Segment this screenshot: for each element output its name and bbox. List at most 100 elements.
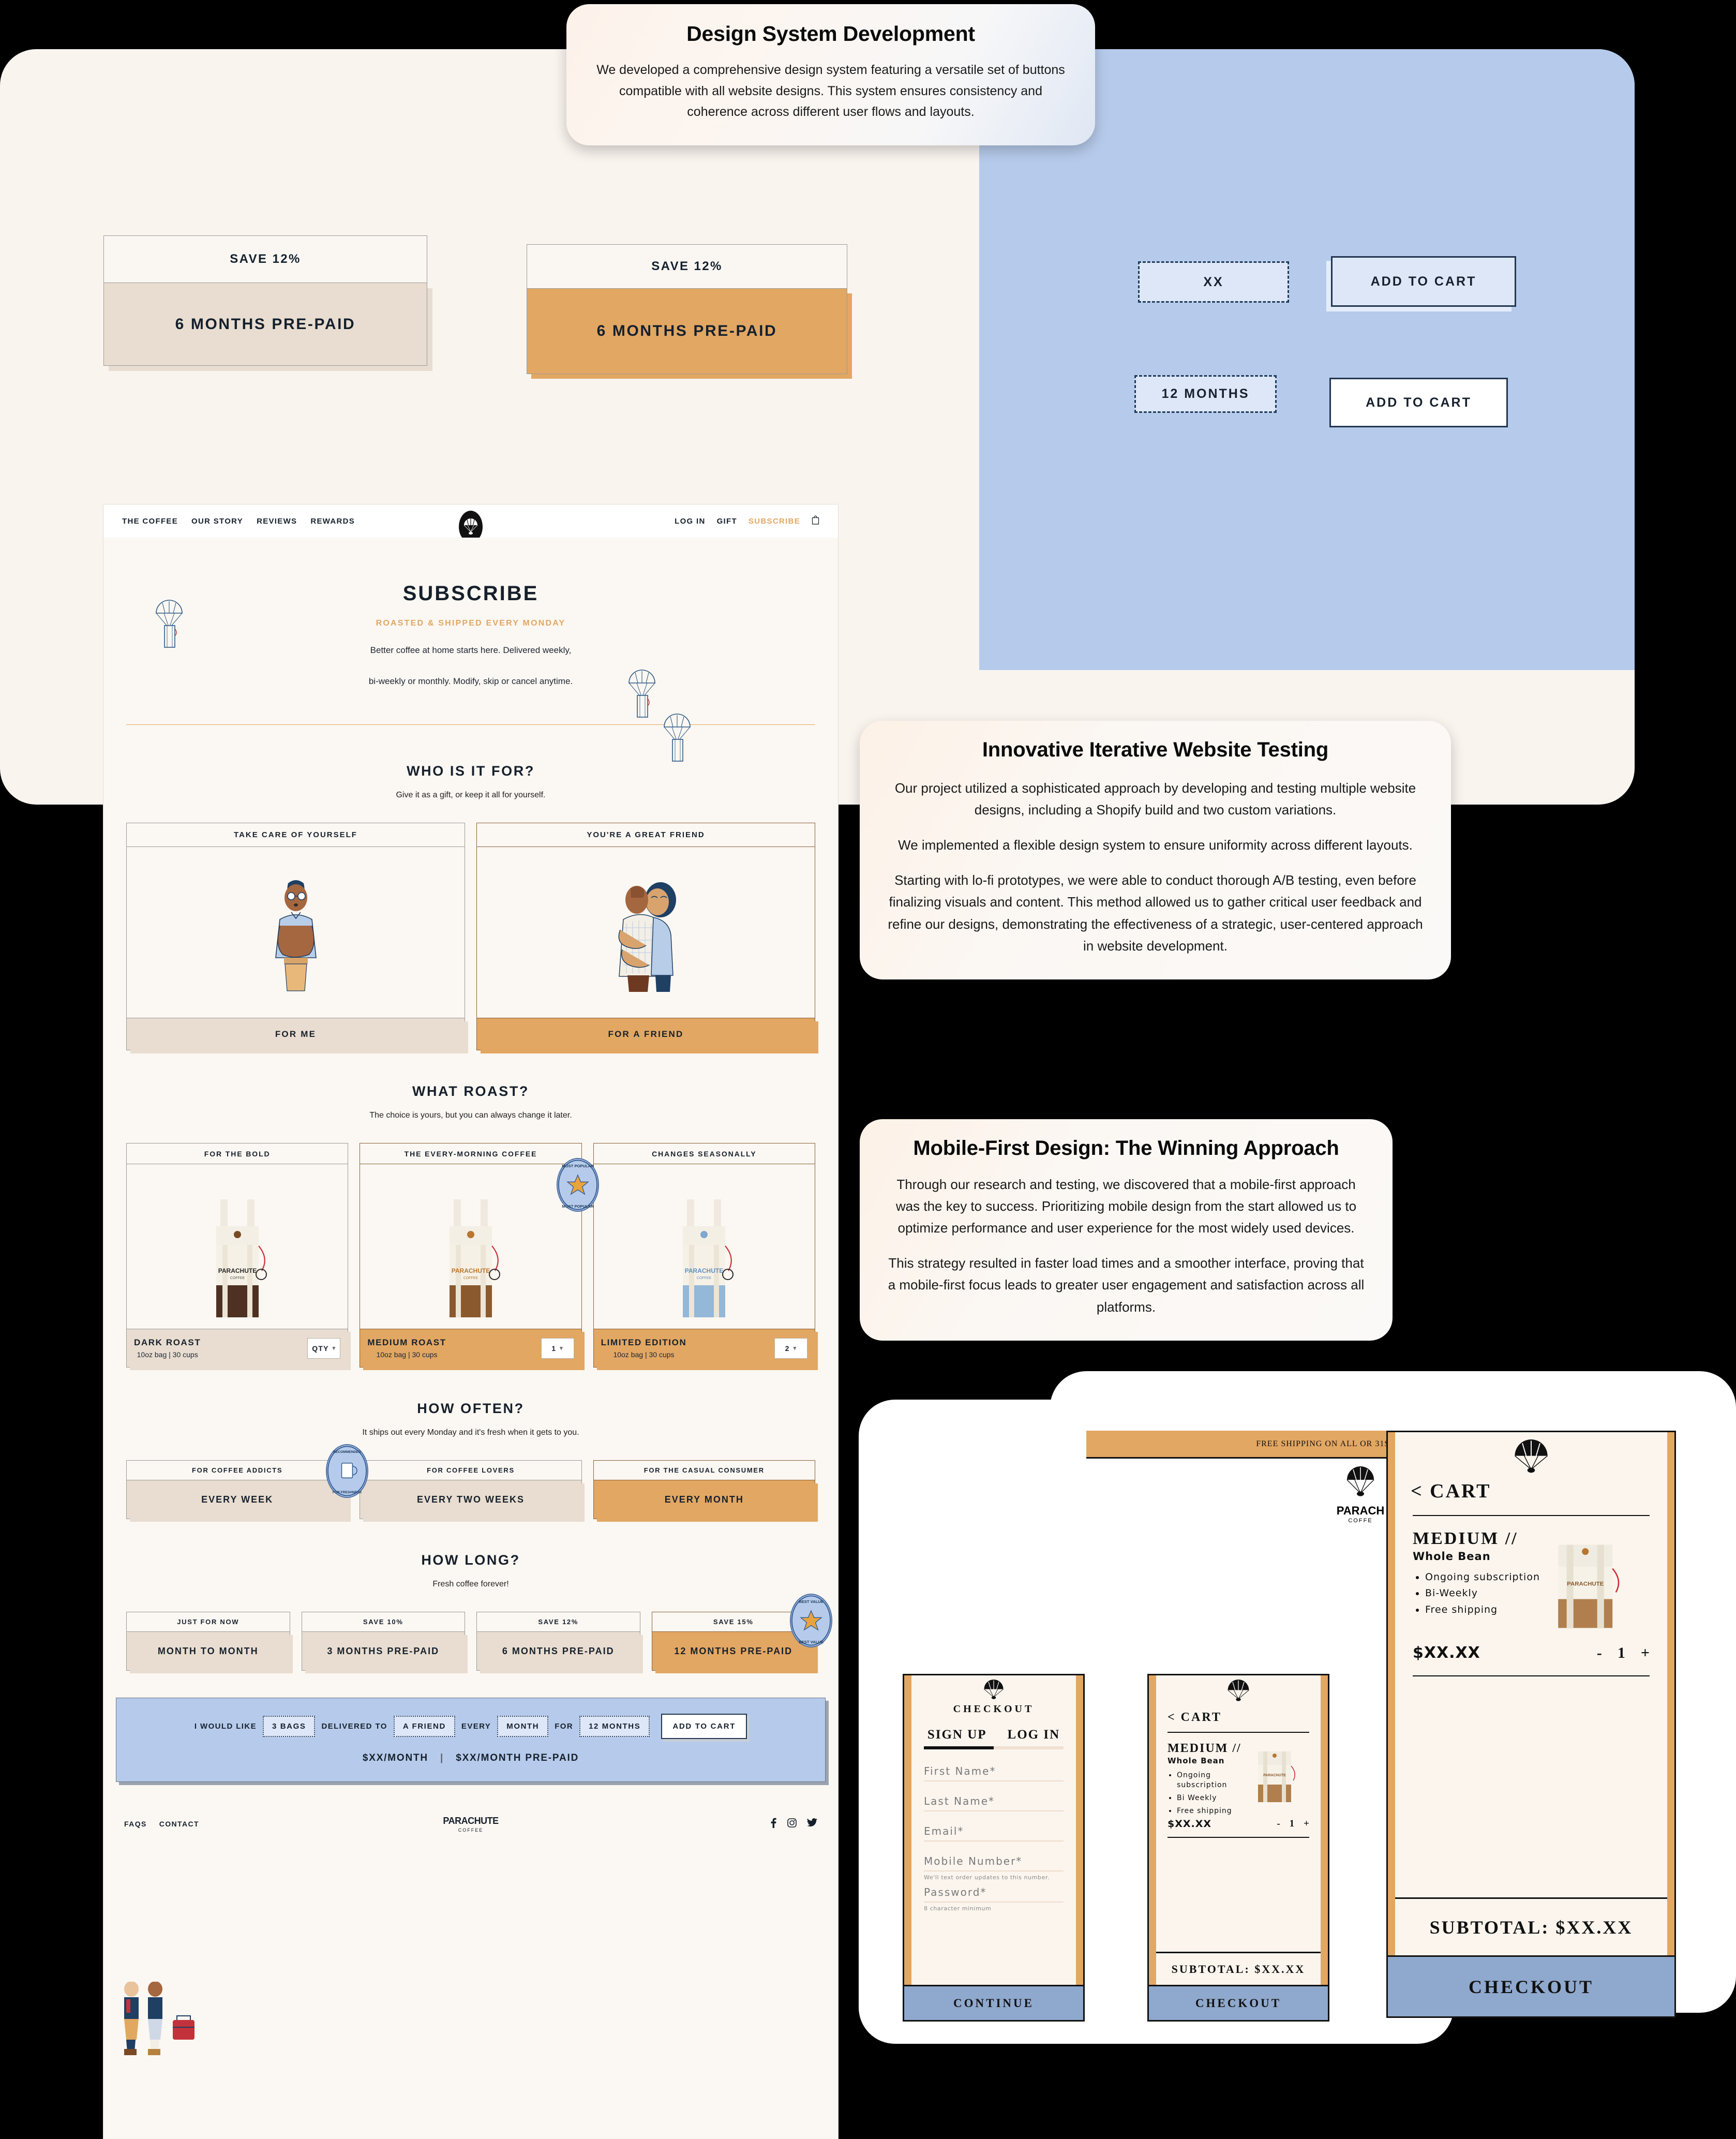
- sample-12-months-chip[interactable]: 12 MONTHS: [1134, 375, 1277, 413]
- footer-logo: PARACHUTE COFFEE: [443, 1816, 499, 1833]
- sample-button-selected[interactable]: SAVE 12% 6 MONTHS PRE-PAID: [527, 244, 847, 374]
- back-to-cart-link[interactable]: < CART: [1168, 1711, 1321, 1725]
- coffee-bag-dark-image: PARACHUTE COFFEE: [127, 1164, 348, 1329]
- instagram-icon[interactable]: [787, 1818, 797, 1830]
- often-option-every-month[interactable]: FOR THE CASUAL CONSUMER EVERY MONTH: [593, 1460, 815, 1519]
- product-title: MEDIUM //: [1168, 1742, 1241, 1755]
- back-to-cart-link[interactable]: < CART: [1411, 1480, 1667, 1503]
- nav-link-rewards[interactable]: REWARDS: [310, 517, 355, 526]
- checkout-screen: CHECKOUT SIGN UP LOG IN First Name* Last…: [911, 1675, 1076, 1985]
- sample-add-to-cart-white[interactable]: ADD TO CART: [1329, 378, 1508, 427]
- option-foot-button[interactable]: FOR ME: [127, 1018, 465, 1050]
- continue-button[interactable]: CONTINUE: [904, 1985, 1083, 2020]
- long-option-3-months[interactable]: SAVE 10% 3 MONTHS PRE-PAID: [301, 1612, 465, 1671]
- parachute-bag-illustration-left: [156, 600, 183, 648]
- decrement-button[interactable]: -: [1597, 1644, 1602, 1662]
- tab-sign-up[interactable]: SIGN UP: [927, 1728, 987, 1742]
- footer-link-faqs[interactable]: FAQS: [124, 1820, 147, 1828]
- product-bullets: Ongoing subscription Bi-Weekly Free ship…: [1413, 1571, 1543, 1617]
- qty-select[interactable]: QTY ▾: [307, 1338, 341, 1359]
- quantity-stepper[interactable]: - 1 +: [1597, 1644, 1650, 1662]
- config-select-bags[interactable]: 3 BAGS: [263, 1716, 316, 1737]
- nav-link-log-in[interactable]: LOG IN: [675, 517, 705, 526]
- password-field[interactable]: Password*: [924, 1886, 1064, 1903]
- hero-title: SUBSCRIBE: [402, 582, 539, 605]
- note-card-iterative-testing: Innovative Iterative Website Testing Our…: [860, 721, 1451, 979]
- option-body-button[interactable]: 6 MONTHS PRE-PAID: [477, 1632, 640, 1670]
- option-body-button[interactable]: EVERY TWO WEEKS: [360, 1480, 581, 1519]
- checkout-button[interactable]: CHECKOUT: [1388, 1955, 1674, 2016]
- last-name-field[interactable]: Last Name*: [924, 1795, 1064, 1811]
- add-to-cart-button[interactable]: ADD TO CART: [661, 1714, 747, 1739]
- option-body-button[interactable]: 3 MONTHS PRE-PAID: [302, 1632, 465, 1670]
- config-select-duration[interactable]: 12 MONTHS: [579, 1716, 650, 1737]
- coffee-bag-medium-image: PARACHUTE COFFEE: [360, 1164, 581, 1329]
- config-select-recipient[interactable]: A FRIEND: [393, 1716, 455, 1737]
- qty-value: 2: [785, 1344, 790, 1353]
- first-name-field[interactable]: First Name*: [924, 1765, 1064, 1781]
- sample-button-unselected[interactable]: SAVE 12% 6 MONTHS PRE-PAID: [103, 235, 427, 366]
- who-option-for-a-friend[interactable]: YOU'RE A GREAT FRIEND FOR A FRIEND: [476, 823, 815, 1050]
- often-option-every-week[interactable]: RECOMMENDED FOR FRESHNESS FOR COFFEE ADD…: [126, 1444, 369, 1519]
- option-body-button[interactable]: EVERY WEEK: [127, 1480, 348, 1519]
- svg-text:COFFEE: COFFEE: [463, 1276, 478, 1280]
- email-field[interactable]: Email*: [924, 1825, 1064, 1841]
- svg-text:MOST POPULAR: MOST POPULAR: [562, 1164, 594, 1168]
- subtotal-text: SUBTOTAL: $XX.XX: [1171, 1962, 1306, 1975]
- increment-button[interactable]: +: [1641, 1644, 1650, 1662]
- nav-link-gift[interactable]: GIFT: [717, 517, 737, 526]
- mobile-hint: We'll text order updates to this number.: [924, 1874, 1050, 1881]
- quantity-value: 1: [1617, 1644, 1625, 1661]
- product-subtitle: Whole Bean: [1413, 1550, 1491, 1563]
- mobile-number-field[interactable]: Mobile Number*: [924, 1855, 1064, 1871]
- roast-option-dark[interactable]: FOR THE BOLD PARACHUTE COFFEE DARK ROAST…: [126, 1143, 349, 1368]
- often-option-every-two-weeks[interactable]: FOR COFFEE LOVERS EVERY TWO WEEKS: [360, 1460, 582, 1519]
- option-foot-button[interactable]: FOR A FRIEND: [477, 1018, 815, 1050]
- section-heading: WHO IS IT FOR?: [407, 763, 535, 779]
- option-body-button[interactable]: EVERY MONTH: [593, 1480, 815, 1519]
- sample-xx-chip[interactable]: XX: [1138, 261, 1289, 303]
- cart-screen: < CART MEDIUM // Whole Bean Ongoing subs…: [1156, 1675, 1321, 1952]
- option-body-button[interactable]: MONTH TO MONTH: [127, 1632, 290, 1670]
- twitter-icon[interactable]: [807, 1818, 817, 1830]
- decrement-button[interactable]: -: [1277, 1818, 1280, 1830]
- section-note: The choice is yours, but you can always …: [369, 1111, 572, 1120]
- long-options-row: JUST FOR NOW MONTH TO MONTH SAVE 10% 3 M…: [103, 1589, 838, 1671]
- option-body-button[interactable]: 12 MONTHS PRE-PAID: [652, 1632, 815, 1670]
- roast-name: MEDIUM ROAST: [367, 1338, 446, 1347]
- section-note: Give it as a gift, or keep it all for yo…: [396, 791, 546, 799]
- config-select-frequency[interactable]: MONTH: [497, 1716, 549, 1737]
- long-option-6-months[interactable]: SAVE 12% 6 MONTHS PRE-PAID: [476, 1612, 640, 1671]
- facebook-icon[interactable]: [770, 1818, 777, 1831]
- footer-link-contact[interactable]: CONTACT: [159, 1820, 199, 1828]
- qty-select[interactable]: 2 ▾: [774, 1338, 807, 1359]
- section-what-roast: WHAT ROAST? The choice is yours, but you…: [103, 1050, 838, 1368]
- quantity-stepper[interactable]: - 1 +: [1277, 1818, 1309, 1830]
- nav-link-the-coffee[interactable]: THE COFFEE: [122, 517, 178, 526]
- bag-icon[interactable]: [812, 515, 819, 527]
- sample-button-cap: SAVE 12%: [103, 235, 427, 283]
- price-and-stepper: $XX.XX - 1 +: [1413, 1644, 1650, 1662]
- svg-text:MOST POPULAR: MOST POPULAR: [562, 1204, 594, 1209]
- section-note: Fresh coffee forever!: [432, 1580, 509, 1588]
- sample-add-to-cart-filled[interactable]: ADD TO CART: [1331, 256, 1516, 307]
- configurator-price-row: $XX/MONTH | $XX/MONTH PRE-PAID: [116, 1752, 825, 1764]
- roast-option-limited[interactable]: CHANGES SEASONALLY PARACHUTE COFFEE LIMI…: [593, 1143, 815, 1368]
- svg-text:RECOMMENDED: RECOMMENDED: [334, 1450, 362, 1454]
- who-option-for-me[interactable]: TAKE CARE OF YOURSELF FOR ME: [126, 823, 465, 1050]
- nav-link-our-story[interactable]: OUR STORY: [191, 517, 243, 526]
- configurator-row: I WOULD LIKE 3 BAGS DELIVERED TO A FRIEN…: [116, 1714, 825, 1739]
- divider: [1413, 1515, 1650, 1516]
- tab-log-in[interactable]: LOG IN: [1008, 1728, 1060, 1742]
- nav-link-subscribe[interactable]: SUBSCRIBE: [749, 517, 800, 526]
- roast-desc: 10oz bag | 30 cups: [613, 1350, 675, 1359]
- qty-select[interactable]: 1 ▾: [541, 1338, 574, 1359]
- long-option-12-months[interactable]: BEST VALUE BEST VALUE SAVE 15% 12 MONTHS…: [651, 1594, 832, 1671]
- note-paragraph-1: Through our research and testing, we dis…: [895, 1177, 1357, 1236]
- nav-link-reviews[interactable]: REVIEWS: [257, 517, 297, 526]
- roast-option-medium[interactable]: MOST POPULAR MOST POPULAR THE EVERY-MORN…: [360, 1143, 599, 1368]
- increment-button[interactable]: +: [1304, 1818, 1309, 1830]
- long-option-month-to-month[interactable]: JUST FOR NOW MONTH TO MONTH: [126, 1612, 290, 1671]
- svg-text:PARACHUTE: PARACHUTE: [685, 1267, 723, 1274]
- checkout-button[interactable]: CHECKOUT: [1149, 1985, 1328, 2020]
